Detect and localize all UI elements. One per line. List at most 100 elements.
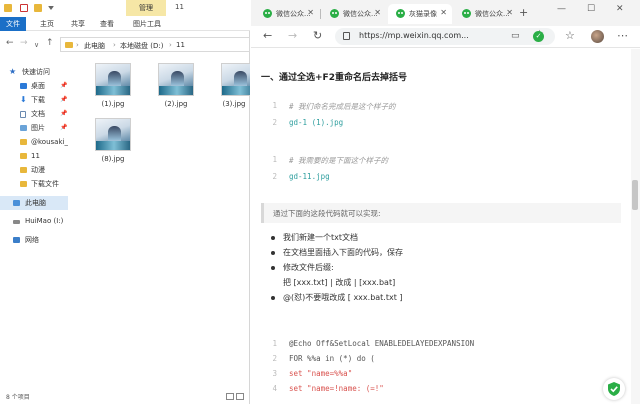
image-thumbnail xyxy=(221,63,250,96)
sidebar-item-anime[interactable]: 动漫 xyxy=(0,163,68,177)
chevron-down-icon[interactable]: ∨ xyxy=(34,40,39,50)
browser-tab[interactable]: 微信公众... ✕ xyxy=(322,4,386,24)
code-line: 2 FOR %%a in (*) do ( xyxy=(272,354,375,363)
pin-icon: 📌 xyxy=(60,110,68,117)
sidebar-item-documents[interactable]: 文档 📌 xyxy=(0,107,68,121)
favorites-icon[interactable]: ☆ xyxy=(565,30,575,42)
code-line: 2 gd-11.jpg xyxy=(272,172,330,181)
download-icon: ⬇ xyxy=(20,95,27,104)
url-text: https://mp.weixin.qq.com... xyxy=(359,31,469,40)
forward-arrow-icon[interactable]: → xyxy=(20,38,28,48)
sidebar-item-downloads[interactable]: ⬇ 下载 📌 xyxy=(0,93,68,107)
back-arrow-icon[interactable]: ← xyxy=(6,38,14,48)
security-shield-button[interactable] xyxy=(603,378,625,400)
extension-icon[interactable]: ✓ xyxy=(533,31,544,42)
lock-icon xyxy=(343,32,350,40)
tab-view[interactable]: 查看 xyxy=(100,17,114,31)
pin-icon: 📌 xyxy=(60,96,68,103)
wechat-icon xyxy=(263,9,272,18)
code-line: 1 # 我们命名完成后是这个样子的 xyxy=(272,101,396,111)
refresh-icon[interactable]: ↻ xyxy=(313,30,322,42)
sidebar-item-network[interactable]: 网络 xyxy=(0,233,68,247)
avatar[interactable] xyxy=(591,30,604,43)
new-tab-button[interactable]: + xyxy=(519,6,528,19)
close-tab-icon[interactable]: ✕ xyxy=(374,8,381,17)
minimize-button[interactable]: — xyxy=(557,4,566,14)
breadcrumb-separator-icon: › xyxy=(76,41,79,49)
breadcrumb-drive[interactable]: 本地磁盘 (D:) xyxy=(120,41,163,51)
dropdown-icon[interactable] xyxy=(48,6,54,10)
folder-icon[interactable] xyxy=(4,4,12,12)
wechat-icon xyxy=(330,9,339,18)
close-tab-icon[interactable]: ✕ xyxy=(506,8,513,17)
folder-icon xyxy=(20,139,27,145)
up-arrow-icon[interactable]: ↑ xyxy=(46,38,54,48)
image-thumbnail xyxy=(158,63,194,96)
file-item[interactable]: (2).jpg xyxy=(151,58,197,114)
breadcrumb-separator-icon: › xyxy=(169,41,172,49)
image-thumbnail xyxy=(95,118,131,151)
file-item[interactable]: (3).jpg xyxy=(214,58,250,114)
sidebar-item-11[interactable]: 11 xyxy=(0,149,68,163)
sidebar-item-kousaki[interactable]: @kousaki_r xyxy=(0,135,68,149)
view-toggle[interactable] xyxy=(224,393,246,401)
close-tab-icon[interactable]: ✕ xyxy=(307,8,314,17)
tab-file[interactable]: 文件 xyxy=(0,17,26,31)
sidebar-item-this-pc[interactable]: 此电脑 xyxy=(0,196,68,210)
reader-view-icon[interactable]: ▭ xyxy=(511,30,520,42)
star-icon: ★ xyxy=(9,67,17,76)
file-item[interactable]: (1).jpg xyxy=(88,58,134,114)
list-item: 把 [xxx.txt] | 改成 | [xxx.bat] xyxy=(283,278,396,287)
list-item: 在文档里面插入下面的代码，保存 xyxy=(271,246,611,260)
breadcrumb-folder[interactable]: 11 xyxy=(176,41,185,49)
pin-icon: 📌 xyxy=(60,124,68,131)
scrollbar-thumb[interactable] xyxy=(632,180,638,210)
close-tab-icon[interactable]: ✕ xyxy=(440,8,447,17)
tab-home[interactable]: 主页 xyxy=(40,17,54,31)
browser-tab-active[interactable]: 灰猫录像 ✕ xyxy=(388,4,452,24)
breadcrumb-this-pc[interactable]: 此电脑 xyxy=(84,41,105,51)
browser-toolbar: ← → ↻ https://mp.weixin.qq.com... ▭ ☆ ✓ … xyxy=(251,26,640,48)
section-heading: 一、通过全选+F2重命名后去掉括号 xyxy=(261,73,407,83)
tab-share[interactable]: 共享 xyxy=(71,17,85,31)
file-name: (3).jpg xyxy=(222,100,246,108)
folder-icon[interactable] xyxy=(34,4,42,12)
sidebar-item-pictures[interactable]: 图片 📌 xyxy=(0,121,68,135)
ribbon-tabs: 文件 主页 共享 查看 图片工具 xyxy=(0,17,250,31)
code-line: 1 @Echo Off&SetLocal ENABLEDELAYEDEXPANS… xyxy=(272,339,475,348)
folder-icon xyxy=(20,181,27,187)
list-item: 修改文件后缀: xyxy=(271,261,611,275)
back-arrow-icon[interactable]: ← xyxy=(263,30,272,42)
browser-tab[interactable]: 微信公众... ✕ xyxy=(255,4,319,24)
large-icons-view-icon[interactable] xyxy=(236,393,244,400)
address-bar[interactable]: › 此电脑 › 本地磁盘 (D:) › 11 xyxy=(60,37,250,52)
drive-icon xyxy=(13,220,20,224)
image-thumbnail xyxy=(95,63,131,96)
status-bar-item-count: 8 个项目 xyxy=(6,394,30,401)
checkbox-icon[interactable] xyxy=(20,4,28,12)
browser-tab[interactable]: 微信公众... ✕ xyxy=(454,4,518,24)
folder-icon xyxy=(20,167,27,173)
sidebar-item-download-files[interactable]: 下载文件 xyxy=(0,177,68,191)
code-line: 4 set "name=!name: (=!" xyxy=(272,384,384,393)
navigation-pane: ★ 快速访问 桌面 📌 ⬇ 下载 📌 文档 📌 图片 📌 @kousaki_r xyxy=(0,62,68,392)
file-item[interactable]: (8).jpg xyxy=(88,113,134,169)
url-bar[interactable]: https://mp.weixin.qq.com... ▭ ☆ xyxy=(335,28,555,45)
forward-arrow-icon[interactable]: → xyxy=(288,30,297,42)
manage-tab[interactable]: 管理 xyxy=(126,0,166,16)
close-window-button[interactable]: ✕ xyxy=(616,4,624,14)
code-line: 3 set "name=%%a" xyxy=(272,369,353,378)
maximize-button[interactable]: ☐ xyxy=(587,4,595,14)
details-view-icon[interactable] xyxy=(226,393,234,400)
list-item: @(怼)不要哦改成 [ xxx.bat.txt ] xyxy=(271,291,611,305)
folder-icon xyxy=(65,42,73,48)
sidebar-item-huimao-drive[interactable]: HuiMao (I:) xyxy=(0,214,68,228)
file-name: (2).jpg xyxy=(164,100,188,108)
tab-picture-tools[interactable]: 图片工具 xyxy=(133,17,161,31)
browser-window: 微信公众... ✕ 微信公众... ✕ 灰猫录像 ✕ 微信公众... ✕ + —… xyxy=(251,0,640,404)
sidebar-item-desktop[interactable]: 桌面 📌 xyxy=(0,79,68,93)
scrollbar[interactable] xyxy=(631,49,640,404)
desktop-icon xyxy=(20,83,27,89)
sidebar-item-quick-access[interactable]: ★ 快速访问 xyxy=(0,65,68,79)
more-menu-icon[interactable]: ⋯ xyxy=(617,30,628,42)
